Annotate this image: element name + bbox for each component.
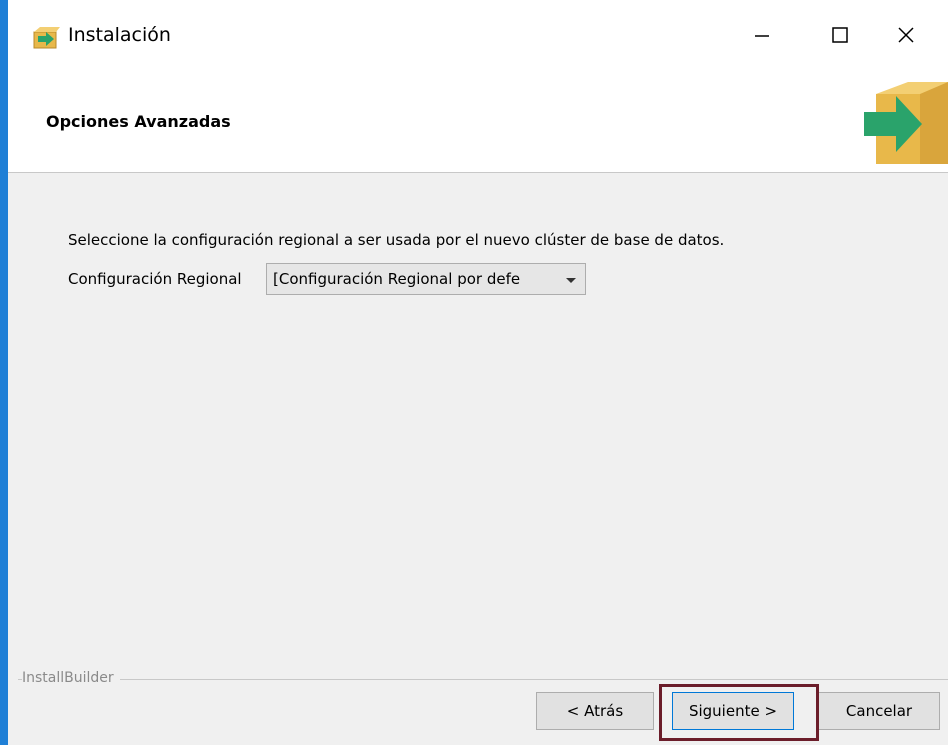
- close-button[interactable]: [874, 12, 938, 62]
- footer-divider: [18, 679, 948, 680]
- installer-window: Instalación Opciones Avanzadas Seleccion…: [0, 0, 948, 745]
- wizard-footer: InstallBuilder < Atrás Siguiente > Cance…: [8, 660, 948, 745]
- next-button[interactable]: Siguiente >: [672, 692, 794, 730]
- minimize-button[interactable]: [730, 12, 794, 62]
- locale-selected-value: [Configuración Regional por defe: [273, 270, 521, 288]
- locale-dropdown[interactable]: [Configuración Regional por defe: [266, 263, 586, 295]
- chevron-down-icon: [563, 272, 579, 288]
- wizard-header: Opciones Avanzadas: [8, 78, 948, 173]
- minimize-icon: [752, 25, 772, 49]
- page-title: Opciones Avanzadas: [46, 112, 231, 131]
- installbuilder-label: InstallBuilder: [22, 670, 120, 686]
- locale-label: Configuración Regional: [68, 270, 242, 288]
- close-icon: [896, 25, 916, 49]
- back-button[interactable]: < Atrás: [536, 692, 654, 730]
- title-bar: Instalación: [8, 0, 948, 78]
- window-title: Instalación: [68, 24, 171, 46]
- window-accent-border: [0, 0, 8, 745]
- installer-box-arrow-icon: [856, 78, 948, 170]
- wizard-content: Seleccione la configuración regional a s…: [8, 173, 948, 670]
- maximize-button[interactable]: [808, 12, 872, 62]
- locale-description: Seleccione la configuración regional a s…: [68, 231, 725, 249]
- installer-app-icon: [32, 26, 60, 50]
- maximize-icon: [830, 25, 850, 49]
- cancel-button[interactable]: Cancelar: [818, 692, 940, 730]
